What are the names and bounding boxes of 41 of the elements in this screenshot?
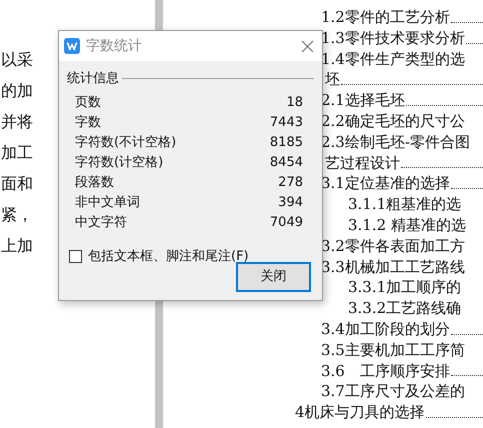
- toc-entry: 1.3零件技术要求分析: [321, 28, 465, 49]
- stat-label: 字符数(计空格): [75, 154, 164, 172]
- checkbox[interactable]: [69, 250, 82, 263]
- stat-label: 中文字符: [75, 214, 127, 232]
- toc-entry: 3.1.2 精基准的选: [348, 214, 466, 236]
- app-logo-icon: [64, 38, 80, 54]
- toc-entry: 3.4加工阶段的划分: [321, 318, 450, 340]
- stat-value: 278: [278, 174, 303, 192]
- stat-label: 非中文单词: [75, 194, 140, 212]
- stat-label: 字符数(不计空格): [75, 134, 176, 152]
- body-text: 加工: [0, 142, 33, 164]
- close-button[interactable]: 关闭: [236, 262, 311, 292]
- toc-entry: 1.2零件的工艺分析: [321, 7, 450, 28]
- toc-entry: 坯: [325, 69, 340, 90]
- toc-entry: 3.1.1粗基准的选: [348, 194, 462, 215]
- stat-label: 段落数: [75, 174, 114, 192]
- stat-value: 7049: [270, 214, 303, 232]
- close-button[interactable]: [301, 40, 314, 52]
- toc-entry: 3.5主要机加工工序简: [321, 340, 465, 361]
- body-text: 上加: [0, 235, 33, 257]
- group-label: 统计信息: [67, 70, 119, 88]
- body-text: 以采: [0, 49, 33, 71]
- stat-value: 8185: [270, 134, 303, 152]
- window-title: 字数统计: [86, 36, 142, 56]
- toc-entry: 3.3.1加工顺序的: [348, 277, 462, 298]
- toc-entry: 3.6 工序顺序安排: [321, 360, 450, 382]
- toc-entry: 1.4零件生产类型的选: [321, 48, 465, 70]
- body-text: 并将: [0, 111, 33, 133]
- body-text: 面和: [0, 173, 33, 195]
- toc-entry: 3.3.2工艺路线确: [348, 298, 462, 319]
- stat-label: 字数: [75, 114, 101, 132]
- stat-value: 18: [286, 94, 303, 112]
- toc-entry: 4机床与刀具的选择: [295, 402, 425, 423]
- stat-value: 8454: [270, 154, 303, 172]
- toc-entry: 3.7工序尺寸及公差的: [321, 381, 465, 402]
- body-text: 紧，: [0, 204, 33, 226]
- stat-label: 页数: [75, 94, 101, 112]
- stat-value: 394: [278, 194, 303, 212]
- body-text: 的加: [0, 80, 33, 102]
- toc-entry: 艺过程设计: [325, 152, 400, 174]
- stat-value: 7443: [270, 114, 303, 132]
